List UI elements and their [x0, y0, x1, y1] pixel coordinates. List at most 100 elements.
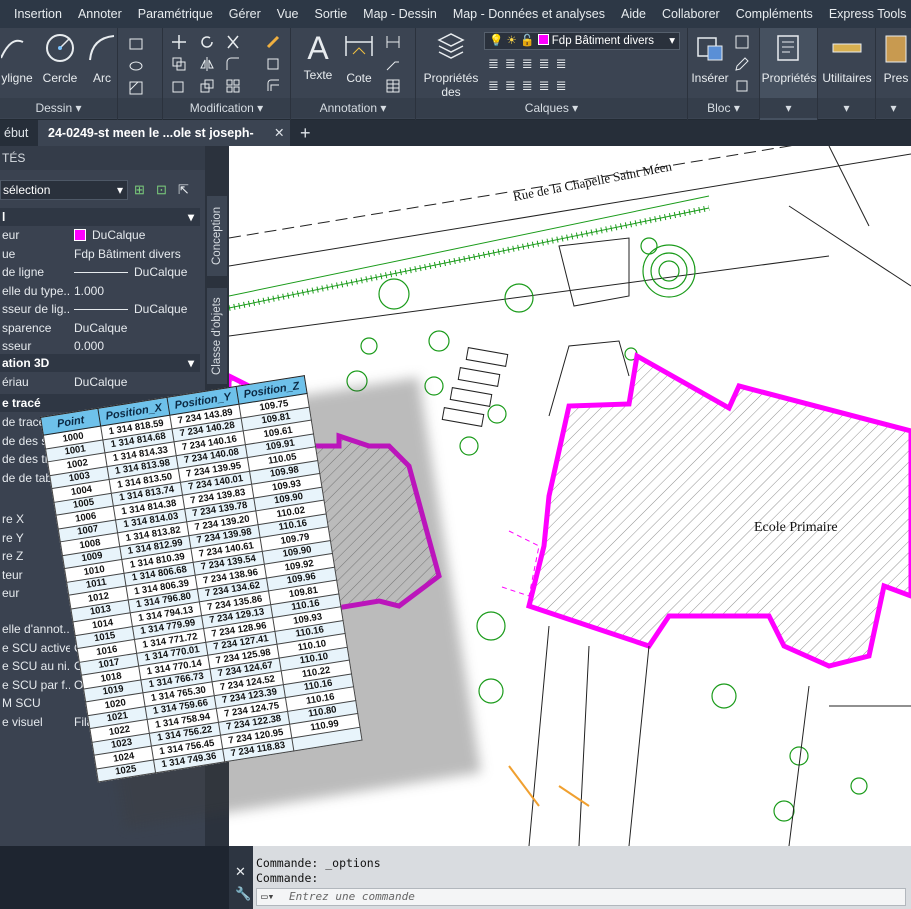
property-row[interactable]: sparence DuCalque	[0, 319, 200, 337]
explode-icon[interactable]	[265, 56, 281, 72]
fillet-icon[interactable]	[225, 56, 241, 72]
property-row[interactable]: sseur 0.000	[0, 337, 200, 355]
panel-bloc-title[interactable]: Bloc ▾	[688, 98, 759, 118]
circle-button[interactable]: Cercle	[40, 32, 80, 85]
menu-item-2[interactable]: Paramétrique	[130, 7, 221, 21]
tab-current-drawing[interactable]: 24-0249-st meen le ...ole st joseph-topo…	[38, 120, 290, 166]
menu-item-10[interactable]: Compléments	[728, 7, 821, 21]
linetype-preview	[74, 272, 128, 273]
menu-bar: Insertion Annoter Paramétrique Gérer Vue Sort…	[0, 0, 911, 28]
quick-select-icon[interactable]: ⊞	[134, 182, 145, 198]
utilities-button[interactable]: Utilitaires	[818, 32, 876, 85]
section-general[interactable]: l ▾	[0, 208, 200, 226]
copy-icon[interactable]	[171, 56, 187, 72]
property-row[interactable]: de ligne DuCalque	[0, 263, 200, 281]
attribute-icon[interactable]	[734, 78, 750, 94]
leader-icon[interactable]	[385, 56, 401, 72]
dimension-label: Cote	[346, 71, 372, 85]
layer-tools-row-1[interactable]: ≣≣≣≣≣	[488, 56, 572, 72]
property-row[interactable]: elle du type... 1.000	[0, 282, 200, 300]
close-command-icon[interactable]: ✕	[235, 864, 246, 880]
panel-dessin-title[interactable]: Dessin ▾	[0, 98, 117, 118]
menu-item-7[interactable]: Map - Données et analyses	[445, 7, 613, 21]
array-icon[interactable]	[225, 78, 241, 94]
dimension-button[interactable]: Cote	[339, 32, 379, 85]
tab-classe-objets[interactable]: Classe d'objets	[207, 288, 227, 384]
move-icon[interactable]	[171, 34, 187, 50]
panel-modification-title[interactable]: Modification ▾	[163, 98, 290, 118]
panel-annotation: A Texte Cote Annotation ▾	[291, 28, 416, 120]
menu-item-3[interactable]: Gérer	[221, 7, 269, 21]
rectangle-icon[interactable]	[128, 36, 144, 52]
stretch-icon[interactable]	[171, 78, 187, 94]
property-key: sparence	[2, 320, 52, 335]
panel-dessin: yligne Cercle Arc Dessin ▾	[0, 28, 118, 120]
pickadd-icon[interactable]: ⇱	[178, 182, 189, 198]
customize-command-icon[interactable]: 🔧	[235, 886, 251, 902]
polyline-button[interactable]: yligne	[0, 32, 34, 85]
lightbulb-icon: 💡	[489, 35, 504, 47]
arc-button[interactable]: Arc	[86, 32, 118, 85]
table-icon[interactable]	[385, 78, 401, 94]
linear-dim-icon[interactable]	[385, 34, 401, 50]
arc-label: Arc	[93, 71, 111, 85]
panel-bloc: Insérer Bloc ▾	[688, 28, 760, 120]
property-row[interactable]: ue Fdp Bâtiment divers	[0, 245, 200, 263]
text-button[interactable]: A Texte	[297, 32, 339, 82]
sun-icon: ☀	[506, 35, 517, 47]
property-row[interactable]: sseur de lig... DuCalque	[0, 300, 200, 318]
tab-conception[interactable]: Conception	[207, 196, 227, 276]
mirror-icon[interactable]	[199, 56, 215, 72]
coordinates-table: Point Position_X Position_Y Position_Z 1000…	[40, 375, 363, 783]
new-tab-icon[interactable]: +	[300, 120, 311, 146]
selection-label: sélection	[3, 183, 51, 197]
edit-block-icon[interactable]	[734, 56, 750, 72]
insert-block-label: Insérer	[691, 71, 729, 85]
ellipse-icon[interactable]	[128, 58, 144, 74]
selection-dropdown[interactable]: sélection ▾	[0, 180, 128, 200]
properties-button[interactable]: Propriétés	[760, 32, 818, 85]
panel-annotation-title[interactable]: Annotation ▾	[291, 98, 415, 118]
create-block-icon[interactable]	[734, 34, 750, 50]
menu-item-1[interactable]: Annoter	[70, 7, 130, 21]
menu-item-0[interactable]: Insertion	[6, 7, 70, 21]
panel-proprietes-expander[interactable]: ▾	[760, 98, 817, 118]
menu-item-9[interactable]: Collaborer	[654, 7, 728, 21]
property-key: elle d'annot...	[2, 622, 70, 636]
clipboard-button[interactable]: Pres	[876, 32, 911, 85]
section-3d-visualization[interactable]: ation 3D ▾	[0, 354, 200, 372]
property-key: elle du type...	[2, 283, 70, 298]
menu-item-6[interactable]: Map - Dessin	[355, 7, 445, 21]
command-window-sidebar: ✕ 🔧	[229, 846, 253, 909]
hatch-icon[interactable]	[128, 80, 144, 96]
insert-block-button[interactable]: Insérer	[690, 32, 730, 85]
panel-calques: Propriétés des calques 💡 ☀ 🔓 Fdp Bâtimen…	[416, 28, 688, 120]
polyline-label: yligne	[1, 71, 33, 85]
command-input[interactable]: ▭▾ Entrez une commande	[256, 888, 906, 906]
close-tab-icon[interactable]: ✕	[274, 120, 284, 146]
property-value: 0.000	[74, 337, 198, 355]
property-row[interactable]: ériau DuCalque	[0, 373, 200, 391]
menu-item-8[interactable]: Aide	[613, 7, 654, 21]
menu-item-4[interactable]: Vue	[269, 7, 307, 21]
trim-icon[interactable]	[225, 34, 241, 50]
arc-icon	[89, 35, 115, 61]
panel-proprietes: Propriétés ▾	[760, 28, 818, 120]
panel-presse-expander[interactable]: ▾	[876, 98, 911, 118]
menu-item-5[interactable]: Sortie	[307, 7, 356, 21]
offset-icon[interactable]	[265, 78, 281, 94]
property-value-text: DuCalque	[134, 265, 188, 279]
menu-item-11[interactable]: Express Tools	[821, 7, 911, 21]
linetype-preview	[74, 309, 128, 310]
erase-icon[interactable]	[265, 34, 281, 50]
select-objects-icon[interactable]: ⊡	[156, 182, 167, 198]
layer-tools-row-2[interactable]: ≣≣≣≣≣	[488, 78, 572, 94]
scale-icon[interactable]	[199, 78, 215, 94]
rotate-icon[interactable]	[199, 34, 215, 50]
property-row[interactable]: eur DuCalque	[0, 226, 200, 244]
panel-utilitaires-expander[interactable]: ▾	[818, 98, 875, 118]
layer-dropdown[interactable]: 💡 ☀ 🔓 Fdp Bâtiment divers ▾	[484, 32, 680, 50]
clipboard-icon	[885, 35, 907, 63]
tab-start[interactable]: ébut	[4, 120, 28, 146]
panel-calques-title[interactable]: Calques ▾	[416, 98, 687, 118]
